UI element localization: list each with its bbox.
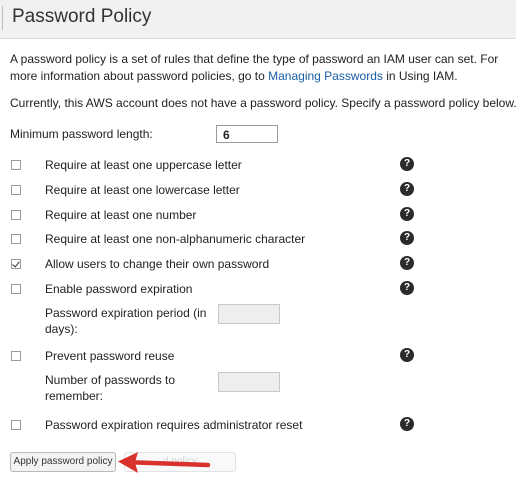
help-icon[interactable]: ? xyxy=(400,231,414,245)
expiration-period-input[interactable] xyxy=(218,304,280,324)
uppercase-checkbox[interactable] xyxy=(11,160,21,170)
description-suffix: in Using IAM. xyxy=(382,69,458,83)
prevent-reuse-label: Prevent password reuse xyxy=(45,349,175,363)
min-length-label: Minimum password length: xyxy=(10,127,153,141)
status-text: Currently, this AWS account does not hav… xyxy=(10,96,516,110)
non-alphanumeric-label: Require at least one non-alphanumeric ch… xyxy=(45,232,306,246)
non-alphanumeric-checkbox[interactable] xyxy=(11,234,21,244)
help-icon[interactable]: ? xyxy=(400,182,414,196)
page-title: Password Policy xyxy=(12,6,152,27)
managing-passwords-link[interactable]: Managing Passwords xyxy=(268,69,383,83)
reuse-count-input[interactable] xyxy=(218,372,280,392)
apply-password-policy-button[interactable]: Apply password policy xyxy=(10,452,116,472)
help-icon[interactable]: ? xyxy=(400,281,414,295)
description-text: A password policy is a set of rules that… xyxy=(10,51,510,85)
reuse-count-label: Number of passwords to remember: xyxy=(45,373,176,403)
admin-reset-label: Password expiration requires administrat… xyxy=(45,418,303,432)
min-length-input[interactable]: 6 xyxy=(216,125,278,143)
help-icon[interactable]: ? xyxy=(400,157,414,171)
allow-change-password-checkbox[interactable] xyxy=(11,259,21,269)
help-icon[interactable]: ? xyxy=(400,256,414,270)
title-bar: Password Policy xyxy=(0,0,516,39)
enable-expiration-label: Enable password expiration xyxy=(45,282,193,296)
help-icon[interactable]: ? xyxy=(400,417,414,431)
prevent-reuse-checkbox[interactable] xyxy=(11,351,21,361)
lowercase-checkbox[interactable] xyxy=(11,185,21,195)
enable-expiration-checkbox[interactable] xyxy=(11,284,21,294)
number-checkbox[interactable] xyxy=(11,210,21,220)
admin-reset-checkbox[interactable] xyxy=(11,420,21,430)
number-label: Require at least one number xyxy=(45,208,197,222)
arrow-left-icon xyxy=(118,452,211,473)
allow-change-password-label: Allow users to change their own password xyxy=(45,257,270,271)
help-icon[interactable]: ? xyxy=(400,207,414,221)
lowercase-label: Require at least one lowercase letter xyxy=(45,183,240,197)
title-accent-line xyxy=(2,6,3,30)
expiration-period-label: Password expiration period (in days): xyxy=(45,306,207,336)
uppercase-label: Require at least one uppercase letter xyxy=(45,158,242,172)
help-icon[interactable]: ? xyxy=(400,348,414,362)
